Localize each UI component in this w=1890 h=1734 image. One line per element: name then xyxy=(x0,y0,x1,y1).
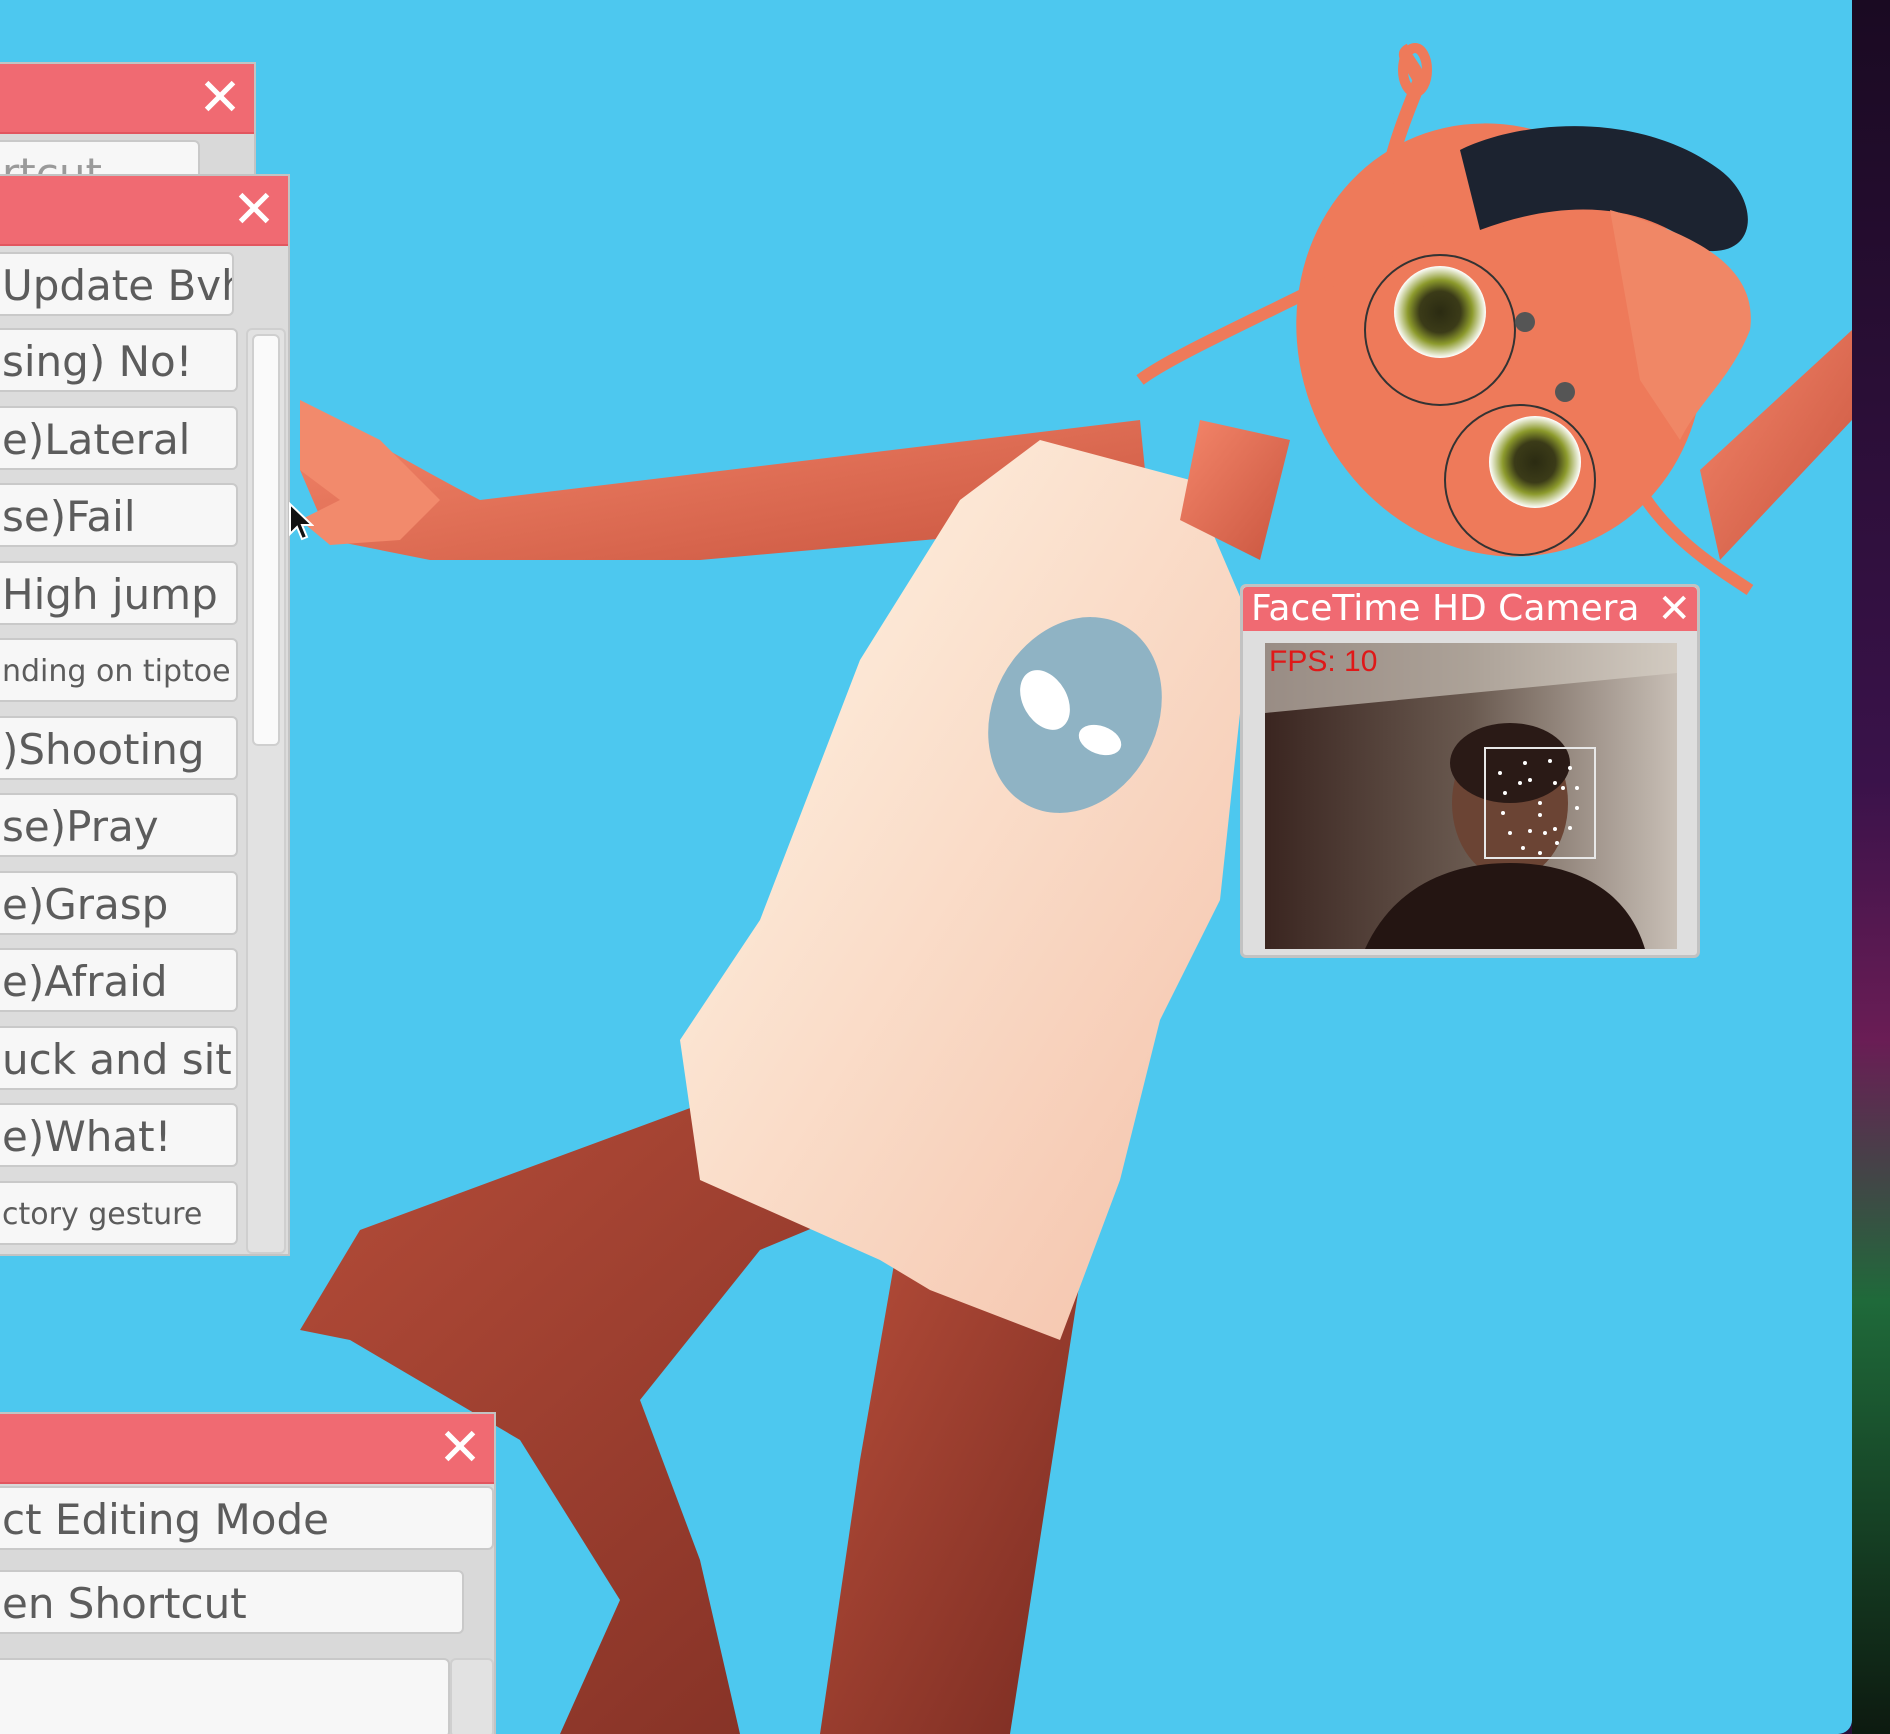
gesture-list-scrollbar[interactable] xyxy=(246,328,286,1254)
close-icon[interactable]: ✕ xyxy=(1657,587,1691,631)
gesture-button[interactable]: se)Pray xyxy=(0,793,238,857)
gesture-button[interactable]: uck and sit xyxy=(0,1025,238,1090)
gesture-button[interactable]: e)What! xyxy=(0,1103,238,1167)
gesture-button[interactable]: e)Afraid xyxy=(0,948,238,1012)
empty-field[interactable] xyxy=(0,1658,450,1734)
gesture-button[interactable]: )Shooting xyxy=(0,715,238,780)
panel-titlebar[interactable] xyxy=(0,1414,494,1484)
camera-window[interactable]: FaceTime HD Camera ✕ FPS: 10 xyxy=(1240,584,1700,958)
update-bvh-button[interactable]: Update Bvh xyxy=(0,252,234,316)
fps-counter: FPS: 10 xyxy=(1269,645,1378,678)
gesture-panel: ✕ Update Bvh sing) No! e)Lateral se)Fail Hi… xyxy=(0,174,290,1256)
open-shortcut-button[interactable]: en Shortcut xyxy=(0,1570,464,1634)
gesture-button[interactable]: e)Lateral xyxy=(0,405,238,470)
editing-mode-button[interactable]: ct Editing Mode xyxy=(0,1486,494,1550)
mouse-cursor-icon xyxy=(289,502,314,541)
camera-image xyxy=(1265,643,1677,949)
scrollbar-thumb[interactable] xyxy=(252,334,280,746)
editing-panel: ✕ ct Editing Mode en Shortcut xyxy=(0,1412,496,1734)
gesture-button[interactable]: High jump xyxy=(0,560,238,625)
avatar-viewport[interactable]: ✕ rtcut ✕ Update Bvh sing) No!e)Laterals… xyxy=(0,0,1852,1734)
camera-feed: FPS: 10 xyxy=(1265,643,1677,949)
gesture-button[interactable]: ctory gesture xyxy=(0,1180,238,1245)
close-icon[interactable]: ✕ xyxy=(436,1422,484,1474)
background-window-edge xyxy=(1852,0,1890,1734)
camera-title[interactable]: FaceTime HD Camera xyxy=(1243,587,1697,631)
close-icon[interactable]: ✕ xyxy=(230,184,278,236)
gesture-button[interactable]: e)Grasp xyxy=(0,870,238,935)
editing-panel-scrollbar[interactable] xyxy=(450,1658,494,1734)
gesture-button[interactable]: nding on tiptoe xyxy=(0,638,238,702)
gesture-button[interactable]: sing) No! xyxy=(0,328,238,392)
close-icon[interactable]: ✕ xyxy=(196,72,244,124)
gesture-button[interactable]: se)Fail xyxy=(0,483,238,547)
